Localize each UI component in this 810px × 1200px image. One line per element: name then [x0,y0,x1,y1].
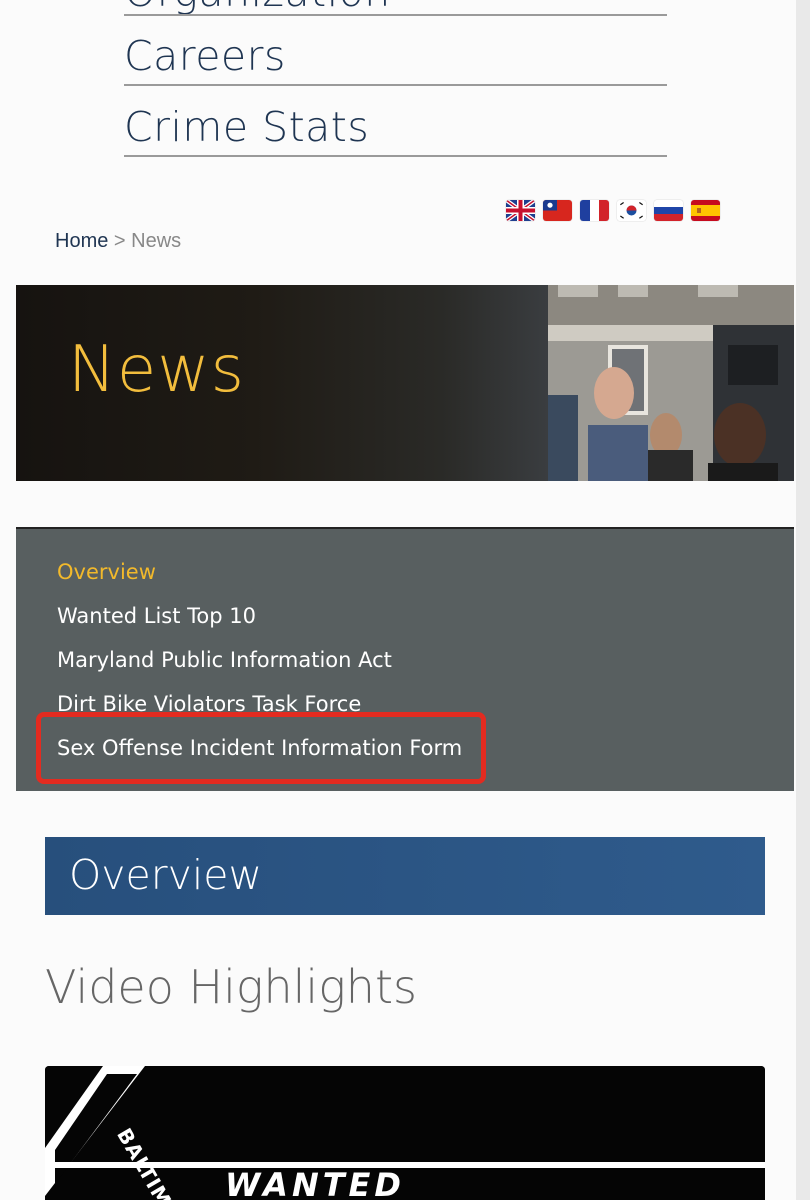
breadcrumb-home-link[interactable]: Home [55,230,108,252]
nav-item-careers[interactable]: Careers [124,36,667,86]
video-highlights-heading: Video Highlights [45,960,417,1014]
nav-item-label: Organization [124,0,667,13]
video-thumbnail[interactable]: BALTIMORE WANTED [45,1066,765,1200]
nav-item-organization[interactable]: Organization [124,0,667,16]
nav-item-label: Crime Stats [124,107,370,151]
hero-photo [548,285,794,481]
menu-item-overview[interactable]: Overview [57,560,156,584]
thumbnail-wanted-text: WANTED [225,1166,405,1200]
page-edge [796,0,810,1200]
overview-title: Overview [69,851,263,899]
russia-flag-icon[interactable] [654,200,683,221]
menu-item-wanted-list[interactable]: Wanted List Top 10 [57,604,256,628]
breadcrumb-current: News [131,230,182,252]
overview-banner: Overview [45,837,765,915]
language-selector [506,200,720,221]
france-flag-icon[interactable] [580,200,609,221]
spain-flag-icon[interactable] [691,200,720,221]
menu-item-public-information-act[interactable]: Maryland Public Information Act [57,648,392,672]
breadcrumb: Home > News [55,230,181,253]
uk-flag-icon[interactable] [506,200,535,221]
nav-item-label: Careers [124,36,286,80]
breadcrumb-separator: > [113,230,126,252]
korea-flag-icon[interactable] [617,200,646,221]
hero-banner: News [16,285,794,481]
hero-title: News [68,333,245,407]
nav-item-crime-stats[interactable]: Crime Stats [124,107,667,157]
highlight-annotation [36,712,486,784]
taiwan-flag-icon[interactable] [543,200,572,221]
